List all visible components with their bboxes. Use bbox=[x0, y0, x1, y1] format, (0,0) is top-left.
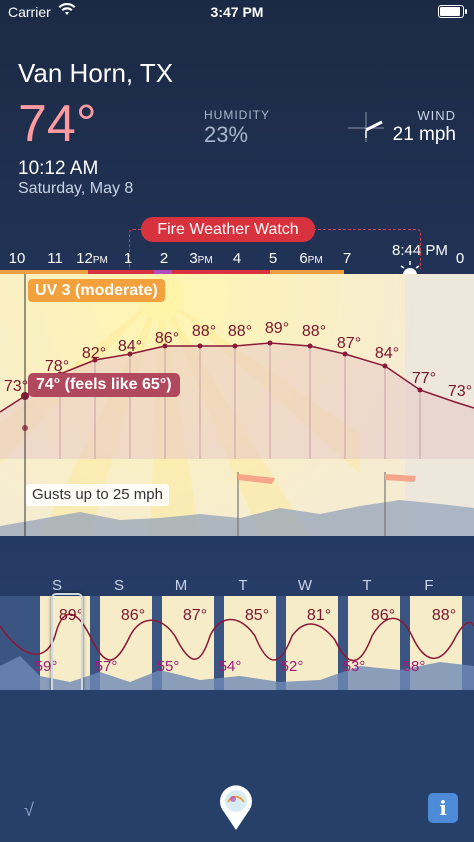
hourly-temp-label: 73° bbox=[447, 383, 473, 400]
hourly-temp-label: 84° bbox=[117, 338, 143, 355]
week-day-label[interactable]: W bbox=[298, 577, 312, 594]
hourly-temp-label: 86° bbox=[154, 330, 180, 347]
current-temperature: 74° bbox=[18, 95, 97, 153]
hour-label: 11 bbox=[47, 250, 63, 267]
weekly-high-label: 87° bbox=[182, 607, 208, 624]
week-day-label[interactable]: T bbox=[362, 577, 371, 594]
info-button[interactable]: i bbox=[428, 793, 458, 823]
weekly-low-label: 52° bbox=[280, 658, 304, 675]
hourly-temp-label: 84° bbox=[374, 345, 400, 362]
location-pin-icon[interactable] bbox=[218, 784, 254, 830]
hour-label: 5 bbox=[268, 250, 278, 267]
weekly-low-label: 57° bbox=[94, 658, 118, 675]
week-day-label[interactable]: S bbox=[52, 577, 62, 594]
gusts-label: Gusts up to 25 mph bbox=[26, 484, 169, 506]
hourly-temp-label: 78° bbox=[44, 358, 70, 375]
current-time: 10:12 AM bbox=[18, 158, 99, 179]
week-day-label[interactable]: S bbox=[114, 577, 124, 594]
hour-label: 12PM bbox=[76, 250, 108, 267]
weekly-low-label: 54° bbox=[218, 658, 242, 675]
wind-direction-icon bbox=[348, 112, 384, 142]
week-day-label[interactable]: T bbox=[238, 577, 247, 594]
sunset-time: 8:44 PM bbox=[392, 242, 448, 259]
hour-label: 10 bbox=[8, 250, 26, 267]
selected-day-frame[interactable] bbox=[51, 593, 83, 695]
status-time: 3:47 PM bbox=[210, 4, 264, 20]
hourly-temp-label: 77° bbox=[411, 370, 437, 387]
weekly-high-label: 88° bbox=[431, 607, 457, 624]
hour-label: 4 bbox=[232, 250, 242, 267]
hourly-temp-label: 88° bbox=[191, 323, 217, 340]
weekly-high-label: 86° bbox=[370, 607, 396, 624]
feels-like-badge: 74° (feels like 65°) bbox=[28, 373, 180, 397]
weekly-low-label: 53° bbox=[342, 658, 366, 675]
hour-label: 6PM bbox=[299, 250, 323, 267]
fire-weather-watch-badge[interactable]: Fire Weather Watch bbox=[141, 217, 315, 242]
humidity-label: HUMIDITY bbox=[204, 108, 270, 122]
weekly-low-label: 58° bbox=[402, 658, 426, 675]
hourly-temp-label: 82° bbox=[81, 345, 107, 362]
check-icon[interactable]: √ bbox=[24, 800, 34, 821]
weekly-high-label: 81° bbox=[306, 607, 332, 624]
weekly-high-label: 86° bbox=[120, 607, 146, 624]
wind-label: WIND bbox=[417, 108, 456, 123]
weekly-high-label: 85° bbox=[244, 607, 270, 624]
hour-label: 7 bbox=[342, 250, 352, 267]
week-day-label[interactable]: F bbox=[424, 577, 433, 594]
location-title[interactable]: Van Horn, TX bbox=[18, 58, 173, 89]
hourly-temp-label: 88° bbox=[227, 323, 253, 340]
status-bar: Carrier 3:47 PM bbox=[0, 0, 474, 24]
sun-icon bbox=[400, 261, 420, 275]
hourly-temp-label: 88° bbox=[301, 323, 327, 340]
weekly-low-label: 55° bbox=[156, 658, 180, 675]
battery-icon bbox=[438, 5, 467, 18]
hour-label: 0 bbox=[455, 250, 465, 267]
hourly-temp-label: 73° bbox=[3, 378, 29, 395]
hour-label: 2 bbox=[159, 250, 169, 267]
hour-label: 3PM bbox=[189, 250, 213, 267]
hourly-temp-label: 89° bbox=[264, 320, 290, 337]
humidity-value: 23% bbox=[204, 122, 249, 147]
wind-value: 21 mph bbox=[392, 124, 456, 145]
current-date: Saturday, May 8 bbox=[18, 180, 134, 197]
hourly-temp-label: 87° bbox=[336, 335, 362, 352]
week-day-label[interactable]: M bbox=[175, 577, 188, 594]
uv-index-badge: UV 3 (moderate) bbox=[28, 279, 165, 302]
hour-label: 1 bbox=[123, 250, 133, 267]
